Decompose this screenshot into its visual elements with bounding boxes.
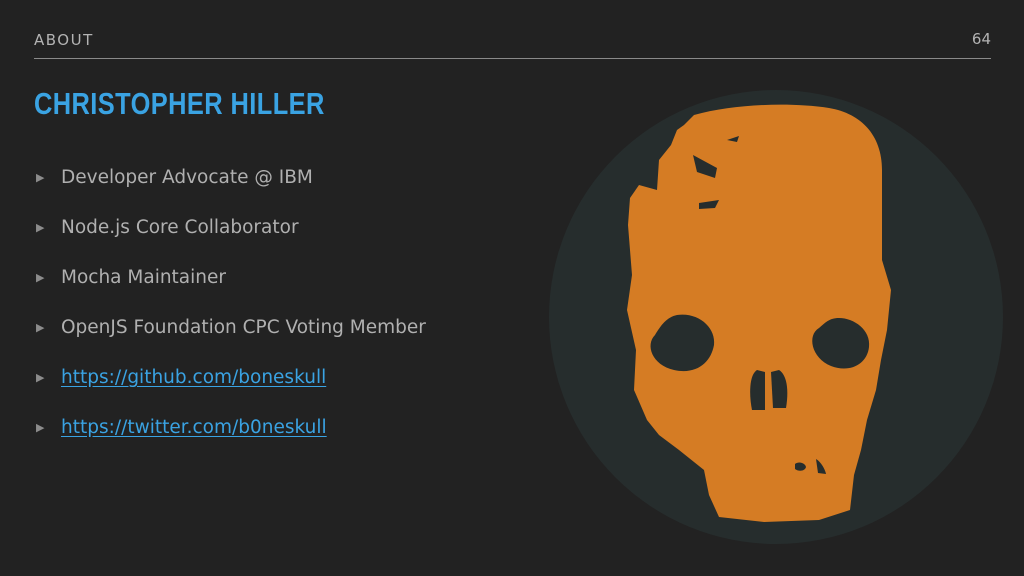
bullet-text: Node.js Core Collaborator	[61, 217, 299, 238]
list-item: ▶ Mocha Maintainer	[36, 264, 426, 314]
avatar	[549, 90, 1003, 544]
list-item: ▶ https://twitter.com/b0neskull	[36, 414, 426, 464]
bullet-arrow-icon: ▶	[36, 321, 45, 334]
bullet-text: OpenJS Foundation CPC Voting Member	[61, 317, 426, 338]
section-label: ABOUT	[34, 31, 94, 49]
bullet-text: Mocha Maintainer	[61, 267, 227, 288]
list-item: ▶ Node.js Core Collaborator	[36, 214, 426, 264]
bullet-arrow-icon: ▶	[36, 171, 45, 184]
list-item: ▶ https://github.com/boneskull	[36, 364, 426, 414]
list-item: ▶ Developer Advocate @ IBM	[36, 164, 426, 214]
bullet-text: Developer Advocate @ IBM	[61, 167, 313, 188]
github-link[interactable]: https://github.com/boneskull	[61, 364, 326, 392]
twitter-link[interactable]: https://twitter.com/b0neskull	[61, 414, 327, 442]
slide-header: ABOUT 64	[34, 30, 991, 59]
bullet-arrow-icon: ▶	[36, 271, 45, 284]
list-item: ▶ OpenJS Foundation CPC Voting Member	[36, 314, 426, 364]
page-number: 64	[971, 30, 991, 48]
bullet-arrow-icon: ▶	[36, 421, 45, 434]
bullet-arrow-icon: ▶	[36, 221, 45, 234]
bullet-list: ▶ Developer Advocate @ IBM ▶ Node.js Cor…	[36, 164, 426, 464]
bullet-arrow-icon: ▶	[36, 371, 45, 384]
slide-title: CHRISTOPHER HILLER	[34, 86, 325, 121]
